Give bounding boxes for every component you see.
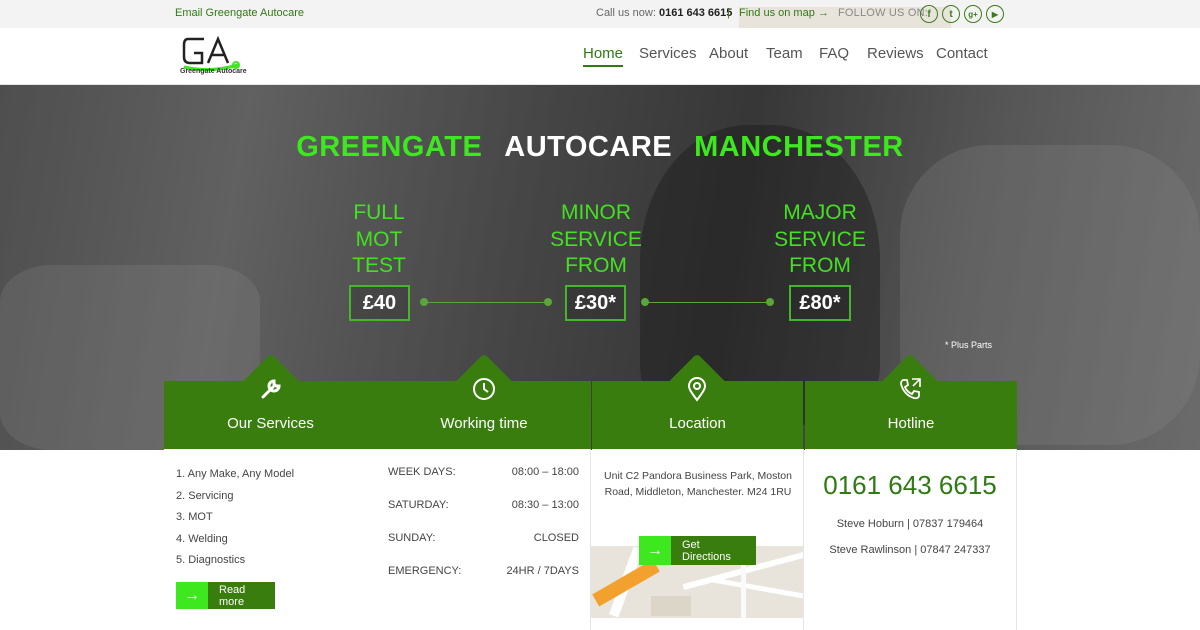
- hotline-contact: Steve Hoburn | 07837 179464: [836, 518, 984, 530]
- address-line: Road, Middleton, Manchester. M24 1RU: [604, 486, 792, 498]
- working-day: EMERGENCY:: [388, 565, 462, 577]
- address-line: Unit C2 Pandora Business Park, Moston: [604, 470, 792, 482]
- logo-text: Greengate Autocare: [180, 68, 247, 75]
- list-item: 3. MOT: [176, 511, 213, 523]
- plus-parts-note: * Plus Parts: [945, 340, 993, 350]
- connector-dot: [544, 298, 552, 306]
- connector-line: [646, 302, 770, 303]
- working-row: SUNDAY: CLOSED: [388, 532, 579, 544]
- offer-major-service: MAJOR SERVICE FROM: [750, 200, 890, 280]
- arrow-right-icon: →: [176, 582, 208, 609]
- wrench-icon: [261, 379, 281, 399]
- connector-line: [426, 302, 548, 303]
- offer-line: MINOR: [561, 201, 631, 224]
- twitter-icon[interactable]: t: [942, 5, 960, 23]
- youtube-icon[interactable]: ▶: [986, 5, 1004, 23]
- offer-line: MAJOR: [783, 201, 857, 224]
- services-list: 1. Any Make, Any Model 2. Servicing 3. M…: [176, 464, 294, 572]
- working-day: WEEK DAYS:: [388, 466, 456, 478]
- offer-line: SERVICE: [774, 227, 866, 251]
- working-row: SATURDAY: 08:30 – 13:00: [388, 499, 579, 511]
- get-directions-label: Get Directions: [671, 536, 756, 565]
- working-hours: 08:30 – 13:00: [511, 499, 579, 511]
- offer-mot: FULL MOT TEST: [309, 200, 449, 280]
- facebook-icon[interactable]: f: [920, 5, 938, 23]
- map-road: [711, 577, 803, 600]
- hotline-number[interactable]: 0161 643 6615: [804, 470, 1016, 501]
- services-working-tab: Our Services Working time: [164, 381, 591, 449]
- call-info: Call us now: 0161 643 6615: [596, 7, 732, 19]
- map-block: [651, 596, 691, 616]
- price-major-service: £80*: [789, 285, 851, 321]
- read-more-label: Read more: [208, 582, 275, 609]
- nav-about[interactable]: About: [709, 45, 748, 62]
- nav-team[interactable]: Team: [766, 45, 803, 62]
- location-address: Unit C2 Pandora Business Park, Moston Ro…: [600, 468, 796, 500]
- nav-contact[interactable]: Contact: [936, 45, 988, 62]
- map-pin-icon: [687, 377, 707, 402]
- hotline-title: Hotline: [887, 415, 935, 432]
- list-item: 1. Any Make, Any Model: [176, 468, 295, 480]
- site-header: Greengate Autocare Home Services About T…: [0, 28, 1200, 85]
- list-item: 2. Servicing: [176, 489, 234, 502]
- location-title: Location: [669, 415, 726, 432]
- offer-line: FULL: [353, 201, 405, 224]
- connector-dot: [641, 298, 649, 306]
- offer-line: MOT: [355, 227, 403, 251]
- list-item: 5. Diagnostics: [176, 554, 246, 566]
- connector-dot: [420, 298, 428, 306]
- clock-icon: [473, 378, 495, 400]
- services-title: Our Services: [227, 415, 314, 432]
- working-row: WEEK DAYS: 08:00 – 18:00: [388, 466, 579, 478]
- offer-line: FROM: [565, 254, 627, 277]
- offer-minor-service: MINOR SERVICE FROM: [526, 200, 666, 280]
- hotline-contact: Steve Rawlinson | 07847 247337: [829, 544, 991, 556]
- nav-services[interactable]: Services: [639, 45, 697, 62]
- nav-faq[interactable]: FAQ: [819, 45, 849, 62]
- working-hours: 08:00 – 18:00: [511, 466, 579, 478]
- hero-title-greengate: GREENGATE: [296, 131, 483, 163]
- follow-us-label: FOLLOW US ON:: [838, 7, 928, 19]
- phone-icon: [900, 378, 921, 400]
- price-mot: £40: [349, 285, 410, 321]
- nav-home[interactable]: Home: [583, 45, 624, 67]
- top-bar: Email Greengate Autocare Call us now: 01…: [0, 0, 1200, 79]
- working-day: SATURDAY:: [388, 499, 449, 511]
- top-separator: |: [727, 7, 730, 19]
- connector-dot: [766, 298, 774, 306]
- read-more-button[interactable]: → Read more: [176, 582, 275, 609]
- hero-title-manchester: MANCHESTER: [694, 131, 904, 163]
- call-number[interactable]: 0161 643 6615: [659, 7, 732, 19]
- google-plus-icon[interactable]: g+: [964, 5, 982, 23]
- working-row: EMERGENCY: 24HR / 7DAYS: [388, 565, 579, 577]
- working-day: SUNDAY:: [388, 532, 436, 544]
- offer-line: SERVICE: [550, 227, 642, 251]
- hero-title: GREENGATE AUTOCARE MANCHESTER: [0, 131, 1200, 164]
- working-hours: CLOSED: [533, 532, 579, 544]
- price-minor-service: £30*: [565, 285, 626, 321]
- call-prefix: Call us now:: [596, 7, 656, 19]
- arrow-right-icon: →: [639, 536, 671, 565]
- working-time-title: Working time: [440, 415, 528, 432]
- email-link[interactable]: Email Greengate Autocare: [175, 7, 304, 19]
- list-item: 4. Welding: [176, 532, 228, 545]
- offer-line: FROM: [789, 254, 851, 277]
- nav-reviews[interactable]: Reviews: [867, 45, 924, 62]
- hero-title-autocare: AUTOCARE: [504, 131, 673, 163]
- offer-line: TEST: [352, 254, 406, 277]
- get-directions-button[interactable]: → Get Directions: [639, 536, 756, 565]
- working-hours: 24HR / 7DAYS: [506, 565, 579, 577]
